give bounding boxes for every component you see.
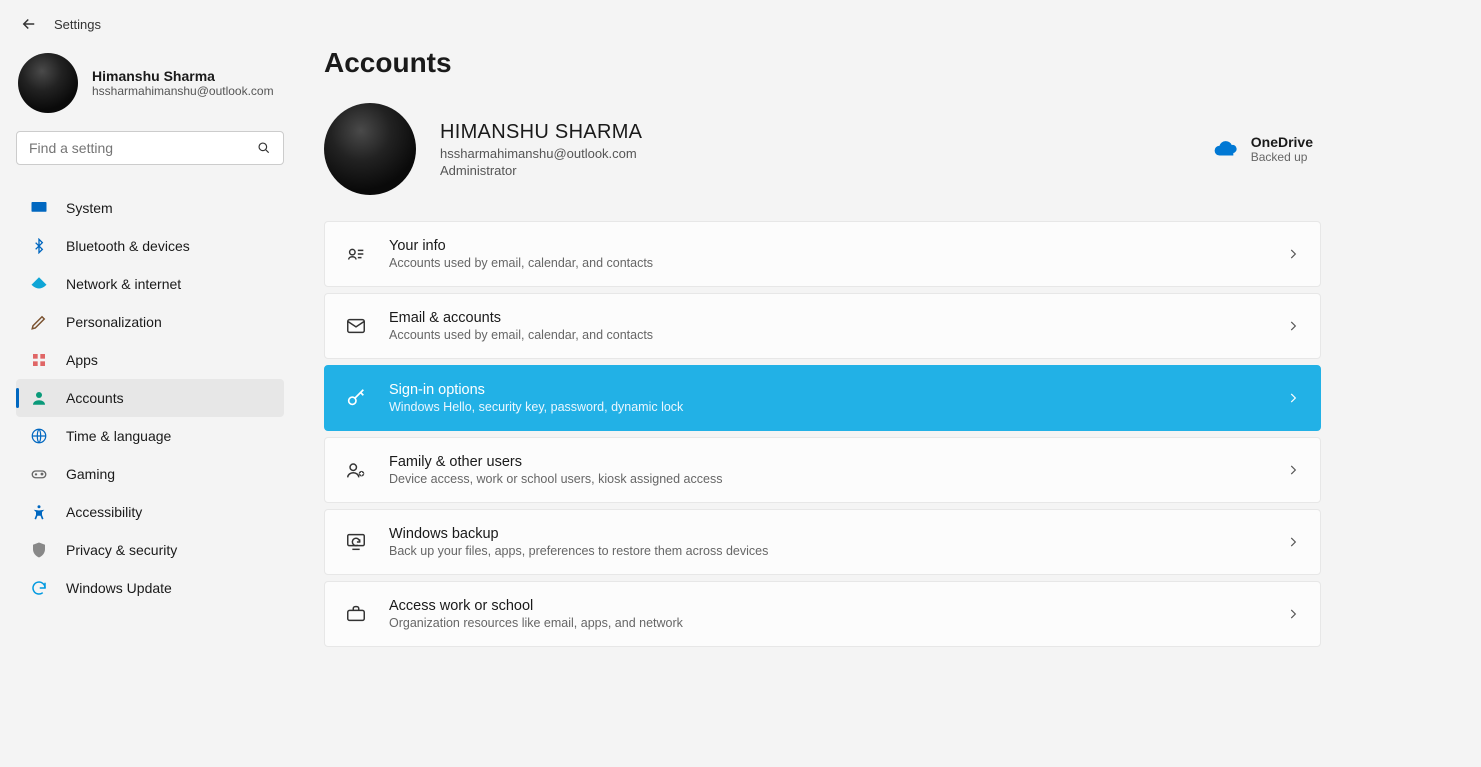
sidebar-item-time[interactable]: Time & language xyxy=(16,417,284,455)
search-input[interactable] xyxy=(16,131,284,165)
card-work-school[interactable]: Access work or school Organization resou… xyxy=(324,581,1321,647)
account-role: Administrator xyxy=(440,163,642,178)
titlebar: Settings xyxy=(0,0,1481,43)
sidebar-item-apps[interactable]: Apps xyxy=(16,341,284,379)
sidebar-item-label: Gaming xyxy=(66,466,115,482)
card-windows-backup[interactable]: Windows backup Back up your files, apps,… xyxy=(324,509,1321,575)
sidebar-item-label: Accounts xyxy=(66,390,124,406)
sidebar-item-label: Privacy & security xyxy=(66,542,177,558)
backup-icon xyxy=(345,531,367,553)
network-icon xyxy=(30,275,48,293)
system-icon xyxy=(30,199,48,217)
card-sub: Organization resources like email, apps,… xyxy=(389,616,1264,630)
account-email: hssharmahimanshu@outlook.com xyxy=(440,146,642,161)
card-family-users[interactable]: Family & other users Device access, work… xyxy=(324,437,1321,503)
accessibility-icon xyxy=(30,503,48,521)
card-title: Your info xyxy=(389,238,1264,254)
chevron-right-icon xyxy=(1286,319,1300,333)
sidebar-item-accessibility[interactable]: Accessibility xyxy=(16,493,284,531)
chevron-right-icon xyxy=(1286,391,1300,405)
sidebar-item-gaming[interactable]: Gaming xyxy=(16,455,284,493)
profile-name: Himanshu Sharma xyxy=(92,68,274,84)
id-card-icon xyxy=(345,243,367,265)
card-title: Access work or school xyxy=(389,598,1264,614)
card-title: Sign-in options xyxy=(389,382,1264,398)
card-signin-options[interactable]: Sign-in options Windows Hello, security … xyxy=(324,365,1321,431)
chevron-right-icon xyxy=(1286,247,1300,261)
globe-icon xyxy=(30,427,48,445)
sidebar-item-label: Time & language xyxy=(66,428,171,444)
apps-icon xyxy=(30,351,48,369)
card-sub: Back up your files, apps, preferences to… xyxy=(389,544,1264,558)
account-avatar xyxy=(324,103,416,195)
card-sub: Device access, work or school users, kio… xyxy=(389,472,1264,486)
card-title: Email & accounts xyxy=(389,310,1264,326)
profile[interactable]: Himanshu Sharma hssharmahimanshu@outlook… xyxy=(16,53,284,113)
back-icon[interactable] xyxy=(20,15,38,33)
key-icon xyxy=(345,387,367,409)
paintbrush-icon xyxy=(30,313,48,331)
gamepad-icon xyxy=(30,465,48,483)
onedrive-title: OneDrive xyxy=(1251,134,1313,150)
card-title: Windows backup xyxy=(389,526,1264,542)
chevron-right-icon xyxy=(1286,607,1300,621)
sidebar-item-label: Personalization xyxy=(66,314,162,330)
briefcase-icon xyxy=(345,603,367,625)
main-content: Accounts HIMANSHU SHARMA hssharmahimansh… xyxy=(300,43,1481,647)
nav: System Bluetooth & devices Network & int… xyxy=(16,189,284,607)
card-title: Family & other users xyxy=(389,454,1264,470)
sidebar-item-label: Accessibility xyxy=(66,504,142,520)
cloud-icon xyxy=(1213,140,1239,158)
chevron-right-icon xyxy=(1286,535,1300,549)
sidebar-item-label: Bluetooth & devices xyxy=(66,238,190,254)
avatar xyxy=(18,53,78,113)
sidebar-item-label: Windows Update xyxy=(66,580,172,596)
card-sub: Accounts used by email, calendar, and co… xyxy=(389,256,1264,270)
card-your-info[interactable]: Your info Accounts used by email, calend… xyxy=(324,221,1321,287)
card-sub: Accounts used by email, calendar, and co… xyxy=(389,328,1264,342)
bluetooth-icon xyxy=(30,237,48,255)
person-icon xyxy=(30,389,48,407)
sidebar-item-network[interactable]: Network & internet xyxy=(16,265,284,303)
update-icon xyxy=(30,579,48,597)
account-header: HIMANSHU SHARMA hssharmahimanshu@outlook… xyxy=(324,103,1321,195)
card-email-accounts[interactable]: Email & accounts Accounts used by email,… xyxy=(324,293,1321,359)
sidebar-item-privacy[interactable]: Privacy & security xyxy=(16,531,284,569)
app-title: Settings xyxy=(54,17,101,32)
settings-list: Your info Accounts used by email, calend… xyxy=(324,221,1321,647)
search-field[interactable] xyxy=(29,140,257,156)
sidebar-item-accounts[interactable]: Accounts xyxy=(16,379,284,417)
chevron-right-icon xyxy=(1286,463,1300,477)
sidebar-item-label: Network & internet xyxy=(66,276,181,292)
page-title: Accounts xyxy=(324,47,1321,79)
shield-icon xyxy=(30,541,48,559)
sidebar-item-label: System xyxy=(66,200,113,216)
sidebar-item-label: Apps xyxy=(66,352,98,368)
account-display-name: HIMANSHU SHARMA xyxy=(440,121,642,144)
profile-email: hssharmahimanshu@outlook.com xyxy=(92,84,274,98)
search-icon xyxy=(257,141,271,155)
sidebar: Himanshu Sharma hssharmahimanshu@outlook… xyxy=(0,43,300,647)
mail-icon xyxy=(345,315,367,337)
card-sub: Windows Hello, security key, password, d… xyxy=(389,400,1264,414)
sidebar-item-bluetooth[interactable]: Bluetooth & devices xyxy=(16,227,284,265)
sidebar-item-update[interactable]: Windows Update xyxy=(16,569,284,607)
family-icon xyxy=(345,459,367,481)
sidebar-item-personalization[interactable]: Personalization xyxy=(16,303,284,341)
onedrive-status[interactable]: OneDrive Backed up xyxy=(1213,134,1321,164)
onedrive-sub: Backed up xyxy=(1251,150,1313,164)
sidebar-item-system[interactable]: System xyxy=(16,189,284,227)
